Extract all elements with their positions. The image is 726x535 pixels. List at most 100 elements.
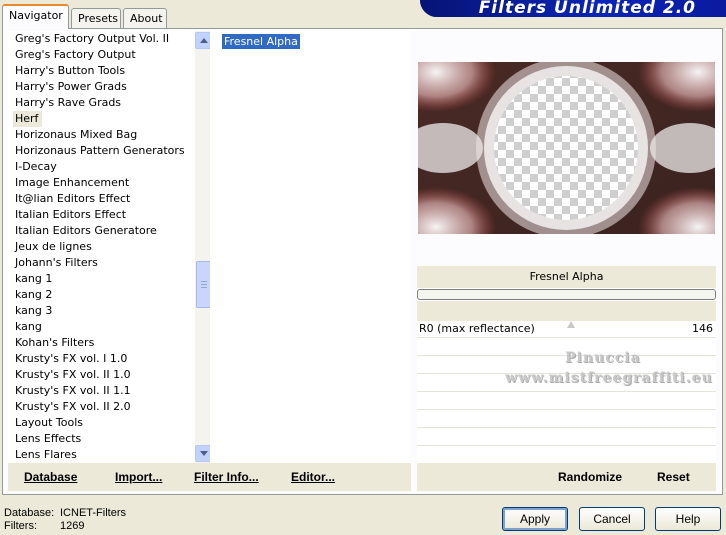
category-item-label: kang 3	[15, 304, 53, 317]
category-item-label: kang 2	[15, 288, 53, 301]
param-slot-empty	[417, 411, 716, 428]
status-area: Database: ICNET-Filters Filters: 1269	[4, 507, 126, 533]
filter-item-selected[interactable]: Fresnel Alpha	[222, 34, 300, 49]
category-item[interactable]: Greg's Factory Output Vol. II	[13, 31, 191, 47]
category-item-label: Johann's Filters	[15, 256, 98, 269]
category-item[interactable]: Krusty's FX vol. II 1.1	[13, 383, 191, 399]
param-actions-bar: Randomize Reset	[417, 463, 716, 491]
category-item[interactable]: kang	[13, 319, 191, 335]
category-item[interactable]: Harry's Button Tools	[13, 63, 191, 79]
category-item-label: Herf	[13, 111, 43, 127]
category-item[interactable]: Krusty's FX vol. II 1.0	[13, 367, 191, 383]
import-button[interactable]: Import...	[115, 470, 162, 484]
param-slider-r0[interactable]: R0 (max reflectance) 146	[417, 321, 716, 338]
category-item[interactable]: It@lian Editors Effect	[13, 191, 191, 207]
category-item-label: Horizonaus Pattern Generators	[15, 144, 185, 157]
category-item[interactable]: kang 1	[13, 271, 191, 287]
category-items: Greg's Factory Output Vol. II Greg's Fact…	[13, 31, 191, 463]
filter-list[interactable]: Fresnel Alpha	[210, 31, 410, 463]
category-item-label: Krusty's FX vol. II 1.1	[15, 384, 131, 397]
banner-title: Filters Unlimited 2.0	[478, 0, 696, 17]
status-database: Database: ICNET-Filters	[4, 507, 126, 520]
editor-button[interactable]: Editor...	[291, 470, 335, 484]
category-item[interactable]: Lens Flares	[13, 447, 191, 463]
category-item-label: It@lian Editors Effect	[15, 192, 131, 205]
progress-bar	[417, 289, 716, 300]
category-item[interactable]: Johann's Filters	[13, 255, 191, 271]
category-item[interactable]: Krusty's FX vol. II 2.0	[13, 399, 191, 415]
category-item[interactable]: Krusty's FX vol. I 1.0	[13, 351, 191, 367]
watermark-url: www.mistfreegraffiti.eu	[505, 370, 713, 386]
param-slot-empty	[417, 393, 716, 410]
param-value: 146	[692, 322, 713, 335]
status-filters-value: 1269	[60, 520, 85, 532]
category-item-label: Greg's Factory Output Vol. II	[15, 32, 170, 45]
category-item-label: Krusty's FX vol. I 1.0	[15, 352, 128, 365]
category-list[interactable]: Greg's Factory Output Vol. II Greg's Fact…	[8, 31, 212, 463]
chevron-down-icon	[200, 451, 208, 456]
list-actions-bar: Database Import... Filter Info... Editor…	[8, 463, 411, 491]
category-item-label: Harry's Power Grads	[15, 80, 127, 93]
randomize-button[interactable]: Randomize	[558, 470, 622, 484]
status-database-label: Database:	[4, 507, 55, 519]
category-item[interactable]: Horizonaus Mixed Bag	[13, 127, 191, 143]
category-item[interactable]: Image Enhancement	[13, 175, 191, 191]
category-item-label: Greg's Factory Output	[15, 48, 136, 61]
tab-about[interactable]: About	[123, 8, 167, 29]
category-item-label: Harry's Button Tools	[15, 64, 126, 77]
category-item[interactable]: Jeux de lignes	[13, 239, 191, 255]
param-label: R0 (max reflectance)	[419, 322, 535, 335]
category-item-label: I-Decay	[15, 160, 57, 173]
category-item-label: Lens Flares	[15, 448, 77, 461]
category-item[interactable]: Italian Editors Generatore	[13, 223, 191, 239]
status-filters-label: Filters:	[4, 520, 37, 532]
category-item[interactable]: Italian Editors Effect	[13, 207, 191, 223]
category-item-label: Italian Editors Effect	[15, 208, 127, 221]
preview-image	[418, 62, 715, 234]
scroll-thumb[interactable]	[196, 261, 211, 308]
cancel-button[interactable]: Cancel	[579, 507, 645, 531]
category-item-label: Krusty's FX vol. II 1.0	[15, 368, 131, 381]
app-banner: Filters Unlimited 2.0	[420, 0, 726, 17]
filter-title: Fresnel Alpha	[417, 266, 716, 288]
category-item-label: Krusty's FX vol. II 2.0	[15, 400, 131, 413]
tab-navigator[interactable]: Navigator	[2, 4, 69, 29]
param-slot-empty	[417, 447, 716, 464]
category-item[interactable]: Harry's Rave Grads	[13, 95, 191, 111]
database-button[interactable]: Database	[24, 470, 77, 484]
apply-button[interactable]: Apply	[502, 507, 568, 531]
help-button[interactable]: Help	[655, 507, 721, 531]
category-item-label: Horizonaus Mixed Bag	[15, 128, 138, 141]
grip-icon	[201, 281, 207, 288]
category-item-label: Harry's Rave Grads	[15, 96, 122, 109]
category-item-label: Jeux de lignes	[15, 240, 92, 253]
category-item-label: Italian Editors Generatore	[15, 224, 157, 237]
status-database-value: ICNET-Filters	[60, 507, 126, 519]
category-item[interactable]: Lens Effects	[13, 431, 191, 447]
category-item[interactable]: Herf	[13, 111, 191, 127]
reset-button[interactable]: Reset	[657, 470, 690, 484]
slider-marker-icon[interactable]	[567, 321, 575, 328]
tab-presets[interactable]: Presets	[71, 8, 121, 29]
category-item[interactable]: kang 2	[13, 287, 191, 303]
category-item[interactable]: I-Decay	[13, 159, 191, 175]
category-item[interactable]: Harry's Power Grads	[13, 79, 191, 95]
category-item[interactable]: kang 3	[13, 303, 191, 319]
category-item-label: Image Enhancement	[15, 176, 130, 189]
category-item-label: Layout Tools	[15, 416, 83, 429]
status-filters: Filters: 1269	[4, 520, 126, 533]
category-item-label: kang	[15, 320, 42, 333]
filter-info-button[interactable]: Filter Info...	[194, 470, 259, 484]
param-slot-empty	[417, 429, 716, 446]
category-item[interactable]: Horizonaus Pattern Generators	[13, 143, 191, 159]
preview-graphic	[418, 62, 715, 234]
param-divider	[417, 301, 716, 321]
category-item-label: Kohan's Filters	[15, 336, 95, 349]
category-item[interactable]: Kohan's Filters	[13, 335, 191, 351]
category-item[interactable]: Greg's Factory Output	[13, 47, 191, 63]
category-item-label: Lens Effects	[15, 432, 82, 445]
watermark-name: Pinuccia	[565, 350, 641, 366]
chevron-up-icon	[200, 38, 208, 43]
category-item[interactable]: Layout Tools	[13, 415, 191, 431]
category-item-label: kang 1	[15, 272, 53, 285]
